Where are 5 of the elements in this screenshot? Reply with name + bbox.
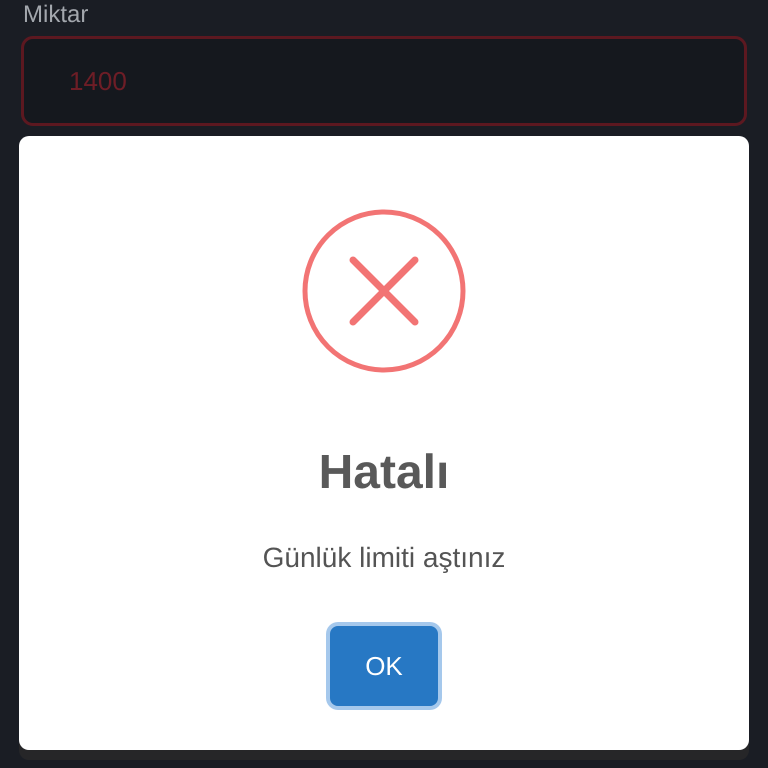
ok-button[interactable]: OK — [330, 626, 438, 706]
field-label: Miktar — [23, 0, 88, 30]
error-x-circle-icon — [301, 208, 467, 374]
dialog-title: Hatalı — [318, 445, 450, 501]
dialog-message: Günlük limiti aştınız — [262, 541, 506, 575]
